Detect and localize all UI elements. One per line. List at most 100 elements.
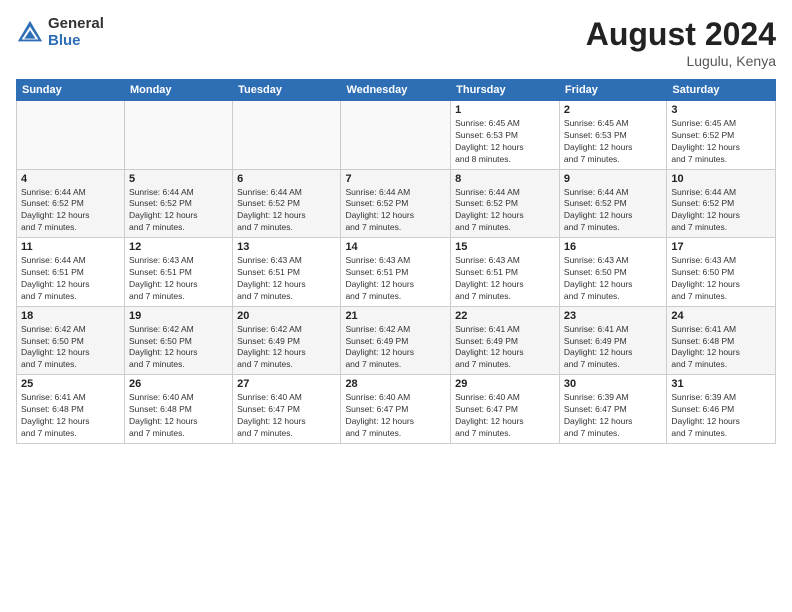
- table-row: 25Sunrise: 6:41 AM Sunset: 6:48 PM Dayli…: [17, 375, 125, 444]
- day-number: 21: [345, 310, 446, 322]
- logo-general-text: General: [48, 16, 104, 33]
- day-number: 29: [455, 378, 555, 390]
- day-number: 6: [237, 173, 336, 185]
- calendar-week-row: 25Sunrise: 6:41 AM Sunset: 6:48 PM Dayli…: [17, 375, 776, 444]
- col-tuesday: Tuesday: [233, 80, 341, 101]
- calendar-week-row: 18 Sunrise: 6:42 AM Sunset: 6:50 PM Dayli…: [17, 306, 776, 375]
- day-info: Sunrise: 6:41 AM Sunset: 6:48 PM Dayligh…: [671, 324, 771, 372]
- header: General Blue August 2024 Lugulu, Kenya: [16, 16, 776, 69]
- day-info: Sunrise: 6:43 AM Sunset: 6:51 PM Dayligh…: [455, 255, 555, 303]
- title-area: August 2024 Lugulu, Kenya: [586, 16, 776, 69]
- col-sunday: Sunday: [17, 80, 125, 101]
- table-row: 24 Sunrise: 6:41 AM Sunset: 6:48 PM Dayli…: [667, 306, 776, 375]
- table-row: [17, 101, 125, 170]
- day-info: Sunrise: 6:39 AM Sunset: 6:47 PM Dayligh…: [564, 392, 662, 440]
- day-info: Sunrise: 6:44 AM Sunset: 6:52 PM Dayligh…: [671, 187, 771, 235]
- table-row: 12 Sunrise: 6:43 AM Sunset: 6:51 PM Dayli…: [124, 238, 232, 307]
- table-row: [124, 101, 232, 170]
- table-row: 1Sunrise: 6:45 AM Sunset: 6:53 PM Daylig…: [451, 101, 560, 170]
- day-info: Sunrise: 6:44 AM Sunset: 6:52 PM Dayligh…: [129, 187, 228, 235]
- day-info: Sunrise: 6:40 AM Sunset: 6:47 PM Dayligh…: [237, 392, 336, 440]
- day-number: 26: [129, 378, 228, 390]
- day-number: 24: [671, 310, 771, 322]
- day-number: 5: [129, 173, 228, 185]
- day-number: 28: [345, 378, 446, 390]
- day-info: Sunrise: 6:41 AM Sunset: 6:48 PM Dayligh…: [21, 392, 120, 440]
- table-row: [341, 101, 451, 170]
- month-year-title: August 2024: [586, 16, 776, 53]
- day-number: 12: [129, 241, 228, 253]
- day-info: Sunrise: 6:45 AM Sunset: 6:53 PM Dayligh…: [564, 118, 662, 166]
- table-row: [233, 101, 341, 170]
- day-info: Sunrise: 6:44 AM Sunset: 6:52 PM Dayligh…: [455, 187, 555, 235]
- table-row: 10Sunrise: 6:44 AM Sunset: 6:52 PM Dayli…: [667, 169, 776, 238]
- table-row: 28 Sunrise: 6:40 AM Sunset: 6:47 PM Dayli…: [341, 375, 451, 444]
- table-row: 2 Sunrise: 6:45 AM Sunset: 6:53 PM Daylig…: [559, 101, 666, 170]
- table-row: 19 Sunrise: 6:42 AM Sunset: 6:50 PM Dayli…: [124, 306, 232, 375]
- day-info: Sunrise: 6:42 AM Sunset: 6:50 PM Dayligh…: [129, 324, 228, 372]
- day-number: 17: [671, 241, 771, 253]
- col-friday: Friday: [559, 80, 666, 101]
- day-info: Sunrise: 6:42 AM Sunset: 6:49 PM Dayligh…: [237, 324, 336, 372]
- table-row: 3Sunrise: 6:45 AM Sunset: 6:52 PM Daylig…: [667, 101, 776, 170]
- logo: General Blue: [16, 16, 104, 49]
- table-row: 17Sunrise: 6:43 AM Sunset: 6:50 PM Dayli…: [667, 238, 776, 307]
- day-info: Sunrise: 6:44 AM Sunset: 6:51 PM Dayligh…: [21, 255, 120, 303]
- day-number: 13: [237, 241, 336, 253]
- day-number: 2: [564, 104, 662, 116]
- calendar-week-row: 4Sunrise: 6:44 AM Sunset: 6:52 PM Daylig…: [17, 169, 776, 238]
- day-info: Sunrise: 6:40 AM Sunset: 6:48 PM Dayligh…: [129, 392, 228, 440]
- day-number: 15: [455, 241, 555, 253]
- day-info: Sunrise: 6:39 AM Sunset: 6:46 PM Dayligh…: [671, 392, 771, 440]
- table-row: 26 Sunrise: 6:40 AM Sunset: 6:48 PM Dayli…: [124, 375, 232, 444]
- day-number: 14: [345, 241, 446, 253]
- day-info: Sunrise: 6:43 AM Sunset: 6:51 PM Dayligh…: [237, 255, 336, 303]
- day-number: 16: [564, 241, 662, 253]
- table-row: 9 Sunrise: 6:44 AM Sunset: 6:52 PM Daylig…: [559, 169, 666, 238]
- table-row: 21 Sunrise: 6:42 AM Sunset: 6:49 PM Dayli…: [341, 306, 451, 375]
- day-info: Sunrise: 6:43 AM Sunset: 6:50 PM Dayligh…: [564, 255, 662, 303]
- day-number: 23: [564, 310, 662, 322]
- day-info: Sunrise: 6:44 AM Sunset: 6:52 PM Dayligh…: [237, 187, 336, 235]
- table-row: 20 Sunrise: 6:42 AM Sunset: 6:49 PM Dayli…: [233, 306, 341, 375]
- day-info: Sunrise: 6:44 AM Sunset: 6:52 PM Dayligh…: [564, 187, 662, 235]
- day-info: Sunrise: 6:43 AM Sunset: 6:51 PM Dayligh…: [345, 255, 446, 303]
- col-wednesday: Wednesday: [341, 80, 451, 101]
- col-thursday: Thursday: [451, 80, 560, 101]
- day-number: 18: [21, 310, 120, 322]
- day-info: Sunrise: 6:41 AM Sunset: 6:49 PM Dayligh…: [564, 324, 662, 372]
- table-row: 4Sunrise: 6:44 AM Sunset: 6:52 PM Daylig…: [17, 169, 125, 238]
- day-number: 30: [564, 378, 662, 390]
- day-number: 9: [564, 173, 662, 185]
- table-row: 16 Sunrise: 6:43 AM Sunset: 6:50 PM Dayli…: [559, 238, 666, 307]
- location-subtitle: Lugulu, Kenya: [586, 53, 776, 69]
- table-row: 27 Sunrise: 6:40 AM Sunset: 6:47 PM Dayli…: [233, 375, 341, 444]
- day-number: 11: [21, 241, 120, 253]
- day-info: Sunrise: 6:42 AM Sunset: 6:49 PM Dayligh…: [345, 324, 446, 372]
- day-number: 27: [237, 378, 336, 390]
- day-number: 7: [345, 173, 446, 185]
- page: General Blue August 2024 Lugulu, Kenya S…: [0, 0, 792, 612]
- day-number: 8: [455, 173, 555, 185]
- day-info: Sunrise: 6:40 AM Sunset: 6:47 PM Dayligh…: [455, 392, 555, 440]
- day-info: Sunrise: 6:40 AM Sunset: 6:47 PM Dayligh…: [345, 392, 446, 440]
- calendar-header-row: Sunday Monday Tuesday Wednesday Thursday…: [17, 80, 776, 101]
- day-number: 31: [671, 378, 771, 390]
- table-row: 13 Sunrise: 6:43 AM Sunset: 6:51 PM Dayli…: [233, 238, 341, 307]
- table-row: 31 Sunrise: 6:39 AM Sunset: 6:46 PM Dayli…: [667, 375, 776, 444]
- table-row: 6 Sunrise: 6:44 AM Sunset: 6:52 PM Daylig…: [233, 169, 341, 238]
- logo-text: General Blue: [48, 16, 104, 49]
- day-number: 1: [455, 104, 555, 116]
- day-number: 22: [455, 310, 555, 322]
- table-row: 23 Sunrise: 6:41 AM Sunset: 6:49 PM Dayli…: [559, 306, 666, 375]
- day-info: Sunrise: 6:44 AM Sunset: 6:52 PM Dayligh…: [21, 187, 120, 235]
- calendar-table: Sunday Monday Tuesday Wednesday Thursday…: [16, 79, 776, 444]
- day-info: Sunrise: 6:41 AM Sunset: 6:49 PM Dayligh…: [455, 324, 555, 372]
- table-row: 18Sunrise: 6:42 AM Sunset: 6:50 PM Dayli…: [17, 306, 125, 375]
- day-info: Sunrise: 6:45 AM Sunset: 6:52 PM Dayligh…: [671, 118, 771, 166]
- logo-icon: [16, 19, 44, 47]
- day-info: Sunrise: 6:43 AM Sunset: 6:51 PM Dayligh…: [129, 255, 228, 303]
- table-row: 30 Sunrise: 6:39 AM Sunset: 6:47 PM Dayli…: [559, 375, 666, 444]
- day-number: 20: [237, 310, 336, 322]
- day-number: 19: [129, 310, 228, 322]
